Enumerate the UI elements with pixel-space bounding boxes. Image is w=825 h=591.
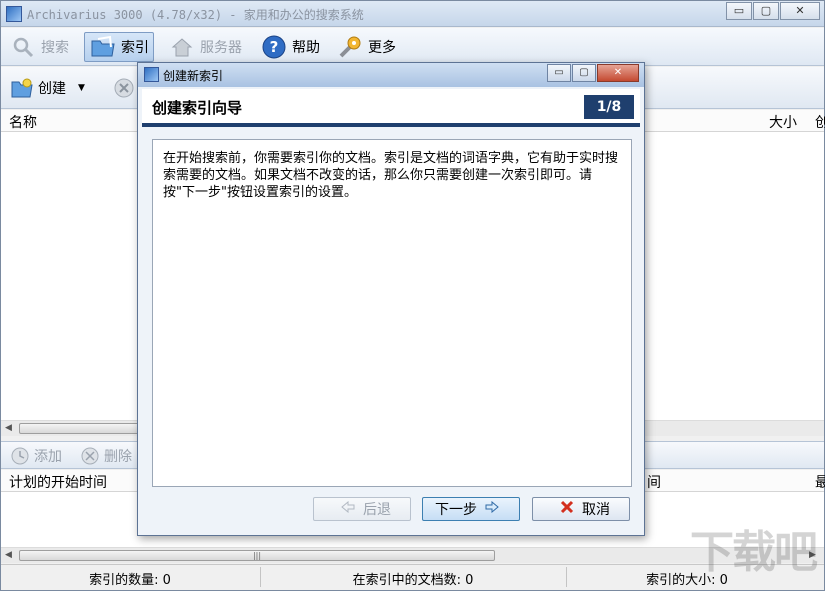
close-button[interactable]: ✕	[780, 2, 820, 20]
svg-text:?: ?	[270, 38, 279, 56]
folder-index-icon	[89, 34, 117, 60]
dialog-minimize-button[interactable]: ▭	[547, 64, 571, 82]
dialog-title-bar: 创建新索引 ▭ ▢ ✕	[138, 63, 644, 87]
toolbar-help-label: 帮助	[292, 40, 320, 56]
magnifier-icon	[9, 34, 37, 60]
main-toolbar: 搜索 索引 服务器 ? 帮助 更多	[1, 28, 824, 66]
wizard-description: 在开始搜索前，你需要索引你的文档。索引是文档的词语字典，它有助于实时搜索需要的文…	[163, 151, 619, 200]
window-controls: ▭ ▢ ✕	[725, 2, 820, 20]
schedule-scroll-thumb[interactable]: |||	[19, 550, 495, 561]
toolbar-index-button[interactable]: 索引	[84, 32, 154, 62]
dialog-window-controls: ▭ ▢ ✕	[546, 64, 639, 82]
toolbar-server-label: 服务器	[200, 40, 242, 56]
minimize-button[interactable]: ▭	[726, 2, 752, 20]
column-scheduled-start[interactable]: 计划的开始时间	[9, 472, 107, 492]
wizard-header: 创建索引向导 1/8	[142, 89, 640, 127]
add-schedule-icon	[9, 446, 31, 466]
create-index-button[interactable]: 创建 ▼	[9, 75, 85, 101]
create-dropdown-arrow[interactable]: ▼	[78, 83, 85, 93]
restore-button[interactable]: ▢	[753, 2, 779, 20]
create-index-label: 创建	[38, 81, 66, 97]
cancel-x-icon	[560, 500, 574, 518]
toolbar-search-button[interactable]: 搜索	[5, 32, 73, 62]
scroll-left-arrow-icon[interactable]: ◀	[5, 423, 12, 433]
column-interval[interactable]: 间	[647, 472, 661, 492]
help-icon: ?	[260, 34, 288, 60]
back-button-label: 后退	[363, 502, 391, 518]
dialog-restore-button[interactable]: ▢	[572, 64, 596, 82]
column-name[interactable]: 名称	[9, 112, 37, 132]
arrow-left-icon	[341, 500, 355, 517]
watermark-logo: 下载吧	[690, 527, 818, 578]
column-created[interactable]: 创	[815, 112, 825, 132]
wizard-body: 在开始搜索前，你需要索引你的文档。索引是文档的词语字典，它有助于实时搜索需要的文…	[152, 139, 632, 487]
delete-schedule-label: 删除	[104, 449, 132, 465]
dialog-app-icon	[144, 67, 159, 82]
next-button[interactable]: 下一步	[422, 497, 520, 521]
cancel-button[interactable]: 取消	[532, 497, 630, 521]
app-icon	[6, 6, 22, 22]
window-title: Archivarius 3000 (4.78/x32) - 家用和办公的搜索系统	[27, 8, 364, 22]
schedule-scroll-left-arrow-icon[interactable]: ◀	[5, 550, 12, 560]
column-last[interactable]: 最	[815, 472, 825, 492]
delete-schedule-button[interactable]: 删除	[79, 445, 132, 467]
house-icon	[168, 34, 196, 60]
cancel-button-label: 取消	[582, 502, 610, 518]
toolbar-help-button[interactable]: ? 帮助	[256, 32, 324, 62]
toolbar-more-label: 更多	[368, 40, 396, 56]
wizard-step-badge: 1/8	[584, 95, 634, 119]
create-index-dialog: 创建新索引 ▭ ▢ ✕ 创建索引向导 1/8 在开始搜索前，你需要索引你的文档。…	[137, 62, 645, 536]
back-button[interactable]: 后退	[313, 497, 411, 521]
add-schedule-label: 添加	[34, 449, 62, 465]
toolbar-server-button[interactable]: 服务器	[164, 32, 246, 62]
add-schedule-button[interactable]: 添加	[9, 445, 62, 467]
column-size[interactable]: 大小	[769, 112, 797, 132]
arrow-right-icon	[485, 500, 499, 517]
dialog-close-button[interactable]: ✕	[597, 64, 639, 82]
delete-index-icon	[111, 76, 137, 100]
create-index-icon	[9, 76, 35, 100]
status-document-count: 在索引中的文档数: 0	[352, 573, 474, 588]
dialog-title: 创建新索引	[163, 69, 224, 83]
toolbar-index-label: 索引	[121, 40, 149, 56]
toolbar-more-button[interactable]: 更多	[332, 32, 400, 62]
index-scroll-thumb[interactable]	[19, 423, 149, 434]
title-bar: Archivarius 3000 (4.78/x32) - 家用和办公的搜索系统…	[1, 1, 824, 27]
next-button-label: 下一步	[435, 502, 477, 518]
delete-index-button[interactable]	[111, 75, 140, 101]
wrench-icon	[336, 34, 364, 60]
delete-schedule-icon	[79, 446, 101, 466]
toolbar-search-label: 搜索	[41, 40, 69, 56]
wizard-heading: 创建索引向导	[152, 99, 243, 117]
status-index-count: 索引的数量: 0	[89, 573, 171, 588]
